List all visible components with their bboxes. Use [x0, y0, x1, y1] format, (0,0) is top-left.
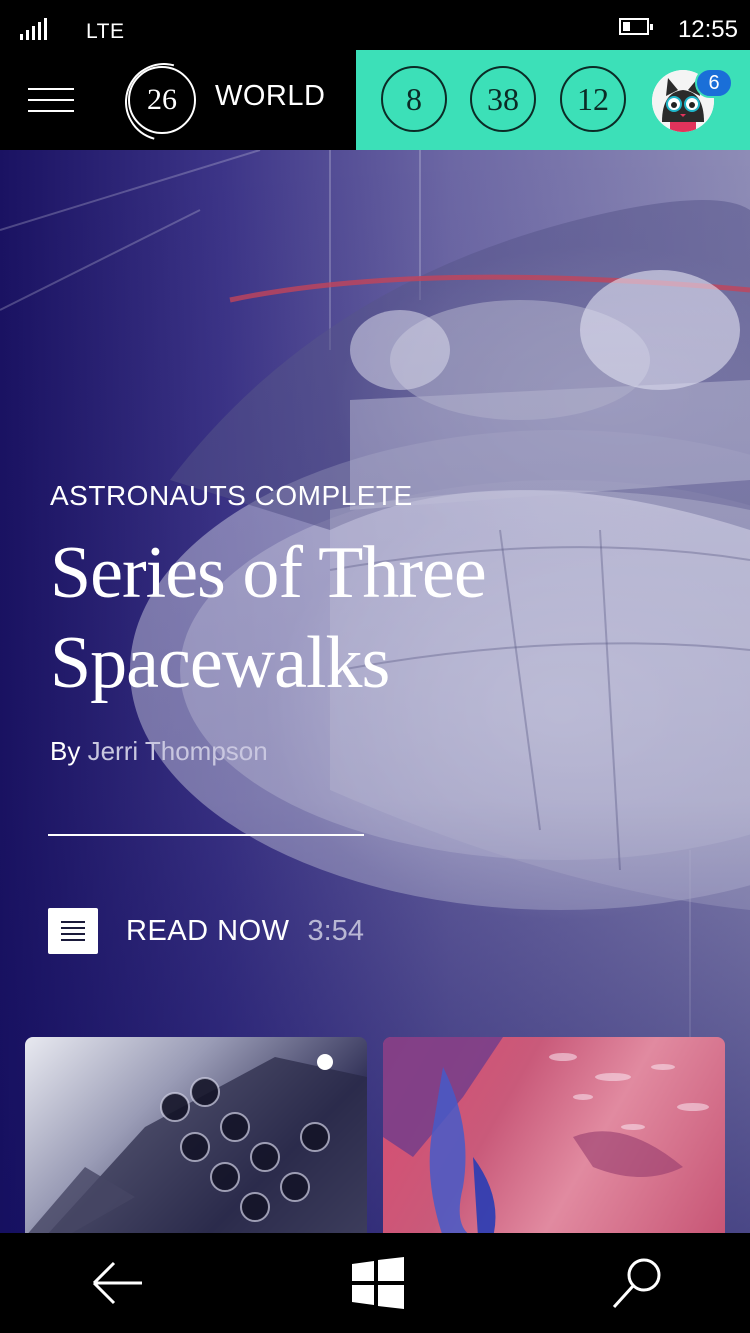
read-now-button[interactable]: READ NOW 3:54 [48, 908, 364, 954]
byline: By Jerri Thompson [50, 736, 268, 767]
stats-panel: 8 38 12 6 [356, 50, 750, 150]
stat-circle-3[interactable]: 12 [560, 66, 626, 132]
stat-circle-1[interactable]: 8 [381, 66, 447, 132]
rocket-engines-image [28, 1054, 367, 1233]
battery-icon [619, 18, 653, 35]
article-kicker: ASTRONAUTS COMPLETE [50, 480, 413, 511]
network-type: LTE [86, 20, 125, 43]
windows-icon[interactable] [350, 1255, 406, 1311]
stat-circle-2[interactable]: 38 [470, 66, 536, 132]
read-now-label: READ NOW [126, 914, 290, 947]
document-icon [48, 908, 98, 954]
byline-prefix: By [50, 736, 81, 766]
clock: 12:55 [677, 16, 738, 43]
signal-icon [20, 18, 50, 40]
headline-line-1: Series of Three [50, 532, 487, 614]
headline-line-2: Spacewalks [50, 622, 390, 704]
read-time: 3:54 [307, 914, 364, 947]
status-bar: LTE 12:55 [0, 0, 750, 52]
author-name[interactable]: Jerri Thompson [88, 736, 268, 766]
back-arrow-icon[interactable] [90, 1255, 146, 1311]
hamburger-icon[interactable] [28, 86, 74, 114]
hero-article[interactable]: ASTRONAUTS COMPLETE Series of Three Spac… [0, 150, 750, 1233]
divider [48, 834, 364, 836]
related-article-card-2[interactable] [383, 1037, 725, 1233]
section-title: WORLD [215, 80, 326, 112]
day-badge[interactable]: 26 [128, 66, 196, 134]
app-header: 26 WORLD 8 38 12 6 [0, 50, 750, 150]
search-icon[interactable] [610, 1255, 666, 1311]
related-article-card-1[interactable] [25, 1037, 367, 1233]
system-nav-bar [0, 1233, 750, 1333]
satellite-terrain-image [383, 1037, 709, 1233]
notification-badge: 6 [695, 68, 733, 98]
article-headline[interactable]: Series of Three Spacewalks [50, 528, 610, 708]
